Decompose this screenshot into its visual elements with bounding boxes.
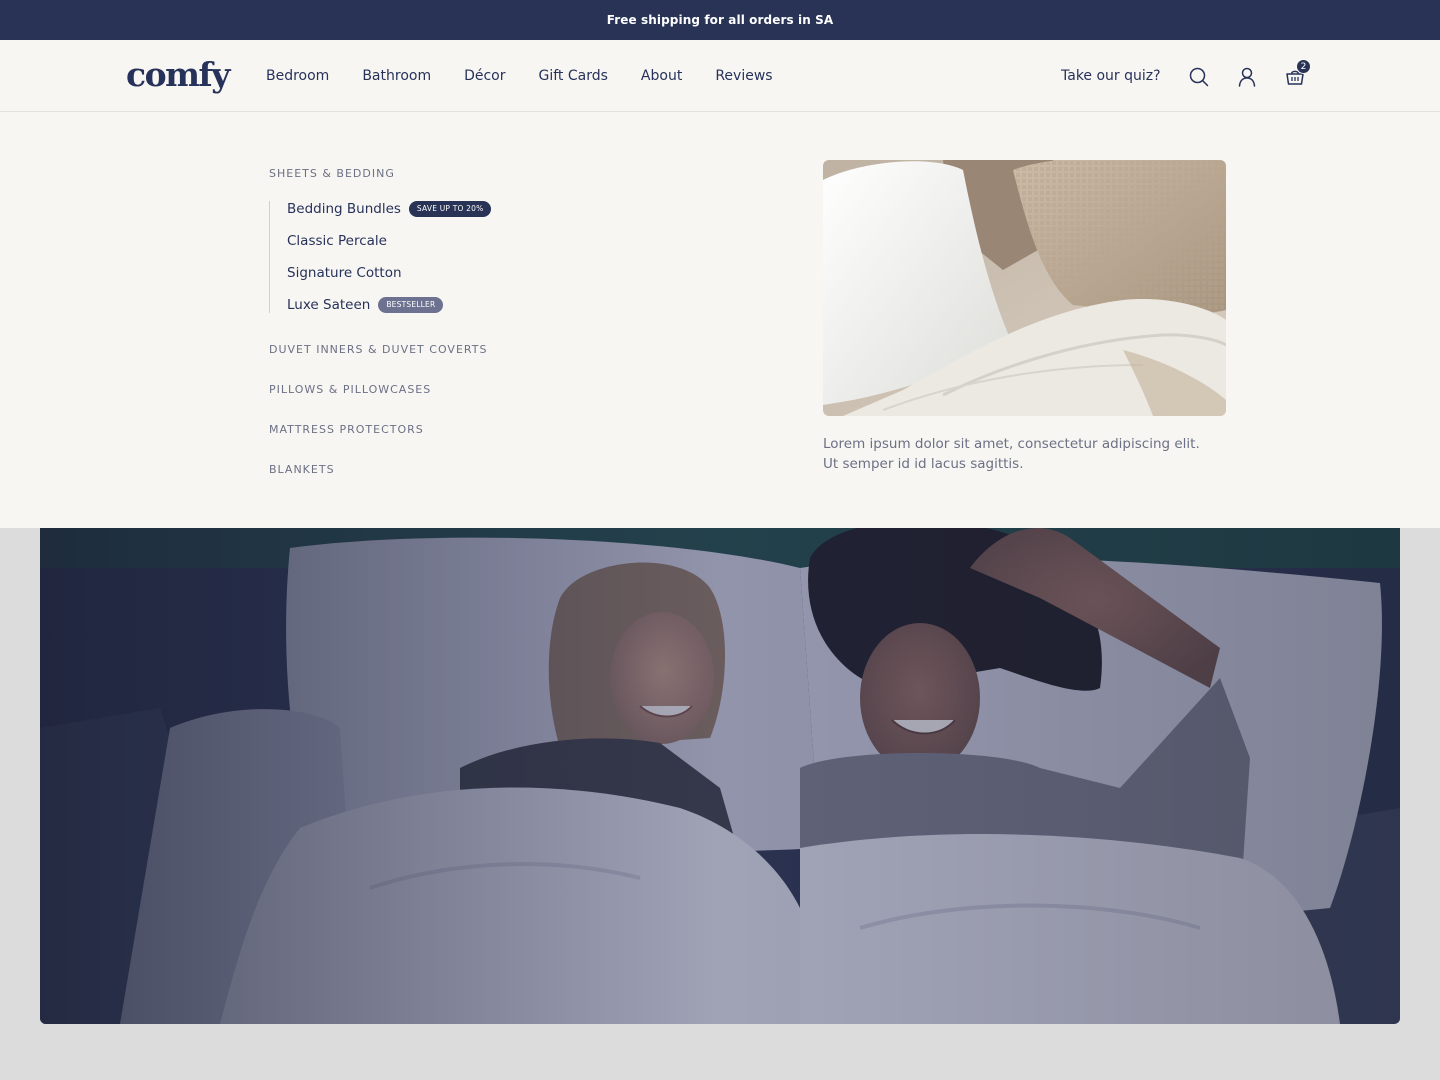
main-nav: Bedroom Bathroom Décor Gift Cards About … [264, 40, 806, 113]
nav-item-about[interactable]: About [641, 40, 682, 112]
sheets-bedding-sublist: Bedding Bundles SAVE UP TO 20% Classic P… [269, 201, 569, 313]
menu-item-luxe-sateen[interactable]: Luxe Sateen BESTSELLER [287, 297, 444, 313]
bestseller-badge: BESTSELLER [378, 297, 444, 313]
nav-item-gift-cards[interactable]: Gift Cards [539, 40, 608, 112]
announcement-bar: Free shipping for all orders in SA [0, 0, 1440, 40]
promo-text-line-2: Ut semper id id lacus sagittis. [823, 456, 1024, 472]
menu-section-duvet[interactable]: DUVET INNERS & DUVET COVERTS [269, 343, 487, 356]
site-header: comfy Bedroom Bathroom Décor Gift Cards … [0, 40, 1440, 113]
nav-item-reviews[interactable]: Reviews [715, 40, 772, 112]
hero-image[interactable] [40, 528, 1400, 1024]
menu-section-pillows[interactable]: PILLOWS & PILLOWCASES [269, 383, 431, 396]
cart-icon[interactable]: 2 [1284, 59, 1311, 88]
search-icon[interactable] [1188, 66, 1210, 88]
quiz-link[interactable]: Take our quiz? [1061, 40, 1161, 112]
menu-item-label: Signature Cotton [287, 265, 402, 281]
logo[interactable]: comfy [126, 53, 230, 97]
cart-count-badge: 2 [1296, 59, 1311, 74]
menu-item-label: Luxe Sateen [287, 297, 371, 313]
menu-item-label: Classic Percale [287, 233, 387, 249]
menu-item-label: Bedding Bundles [287, 201, 401, 217]
save-badge: SAVE UP TO 20% [408, 201, 492, 217]
account-icon[interactable] [1236, 66, 1258, 88]
promo-description: Lorem ipsum dolor sit amet, consectetur … [823, 434, 1203, 474]
menu-item-bedding-bundles[interactable]: Bedding Bundles SAVE UP TO 20% [287, 201, 492, 217]
promo-text-line-1: Lorem ipsum dolor sit amet, consectetur … [823, 436, 1200, 452]
nav-item-decor[interactable]: Décor [464, 40, 505, 112]
menu-section-blankets[interactable]: BLANKETS [269, 463, 335, 476]
nav-item-bathroom[interactable]: Bathroom [362, 40, 431, 112]
nav-item-bedroom[interactable]: Bedroom [264, 40, 331, 113]
mega-menu: SHEETS & BEDDING Bedding Bundles SAVE UP… [0, 112, 1440, 528]
menu-section-sheets-bedding[interactable]: SHEETS & BEDDING [269, 167, 395, 180]
menu-item-classic-percale[interactable]: Classic Percale [287, 233, 387, 249]
promo-image-bedding[interactable] [823, 160, 1226, 416]
menu-section-mattress-protectors[interactable]: MATTRESS PROTECTORS [269, 423, 424, 436]
menu-item-signature-cotton[interactable]: Signature Cotton [287, 265, 402, 281]
